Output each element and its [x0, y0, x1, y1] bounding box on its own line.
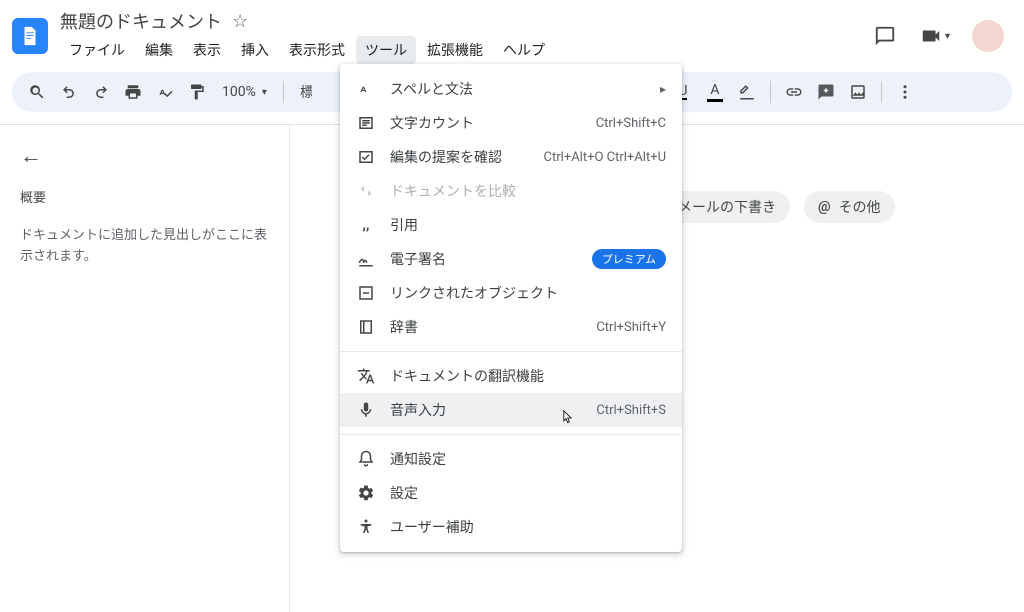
- print-icon[interactable]: [118, 77, 148, 107]
- item-label: 設定: [390, 483, 666, 503]
- chip-more[interactable]: @ その他: [804, 191, 895, 223]
- menu-format[interactable]: 表示形式: [280, 36, 354, 64]
- tools-citations[interactable]: ,, 引用: [340, 208, 682, 242]
- item-label: 文字カウント: [390, 113, 582, 133]
- tools-esignature[interactable]: 電子署名 プレミアム: [340, 242, 682, 276]
- outline-placeholder: ドキュメントに追加した見出しがここに表示されます。: [20, 226, 269, 268]
- video-icon: [919, 24, 943, 48]
- separator: [881, 81, 882, 103]
- separator: [770, 81, 771, 103]
- paint-format-icon[interactable]: [182, 77, 212, 107]
- tools-translate[interactable]: ドキュメントの翻訳機能: [340, 359, 682, 393]
- search-icon[interactable]: [22, 77, 52, 107]
- menu-separator: [340, 351, 682, 352]
- menu-view[interactable]: 表示: [184, 36, 230, 64]
- submenu-arrow-icon: ▸: [660, 82, 666, 96]
- premium-badge: プレミアム: [592, 249, 666, 269]
- bell-icon: [356, 449, 376, 469]
- tools-preferences[interactable]: 設定: [340, 476, 682, 510]
- gear-icon: [356, 483, 376, 503]
- title-block: 無題のドキュメント ☆ ファイル 編集 表示 挿入 表示形式 ツール 拡張機能 …: [60, 8, 554, 64]
- avatar[interactable]: [972, 20, 1004, 52]
- item-label: 電子署名: [390, 249, 578, 269]
- video-call-button[interactable]: ▾: [919, 24, 950, 48]
- translate-icon: [356, 366, 376, 386]
- menu-file[interactable]: ファイル: [60, 36, 134, 64]
- tools-spell-grammar[interactable]: スペルと文法 ▸: [340, 72, 682, 106]
- tools-word-count[interactable]: 文字カウント Ctrl+Shift+C: [340, 106, 682, 140]
- item-shortcut: Ctrl+Alt+O Ctrl+Alt+U: [544, 150, 666, 165]
- item-label: ドキュメントの翻訳機能: [390, 366, 666, 386]
- item-label: 通知設定: [390, 449, 666, 469]
- insert-image-icon[interactable]: [843, 77, 873, 107]
- chip-label: メールの下書き: [678, 197, 776, 217]
- overview-label: 概要: [20, 187, 269, 206]
- tools-dropdown: スペルと文法 ▸ 文字カウント Ctrl+Shift+C 編集の提案を確認 Ct…: [340, 64, 682, 552]
- highlight-icon[interactable]: [732, 77, 762, 107]
- tools-compare-docs: ドキュメントを比較: [340, 174, 682, 208]
- accessibility-icon: [356, 517, 376, 537]
- item-label: 編集の提案を確認: [390, 147, 530, 167]
- redo-icon[interactable]: [86, 77, 116, 107]
- docs-logo[interactable]: [12, 18, 48, 54]
- chip-label: その他: [839, 197, 881, 217]
- title-right: ▾: [873, 20, 1012, 52]
- tools-voice-typing[interactable]: 音声入力 Ctrl+Shift+S: [340, 393, 682, 427]
- item-label: 辞書: [390, 317, 582, 337]
- compare-icon: [356, 181, 376, 201]
- item-label: リンクされたオブジェクト: [390, 283, 666, 303]
- item-label: ユーザー補助: [390, 517, 666, 537]
- comments-icon[interactable]: [873, 24, 897, 48]
- linked-objects-icon: [356, 283, 376, 303]
- undo-icon[interactable]: [54, 77, 84, 107]
- style-select[interactable]: 標: [292, 82, 312, 102]
- item-label: ドキュメントを比較: [390, 181, 666, 201]
- caret-down-icon: ▾: [945, 31, 950, 42]
- spellcheck-a-icon: [356, 79, 376, 99]
- link-icon[interactable]: [779, 77, 809, 107]
- star-icon[interactable]: ☆: [232, 11, 248, 32]
- doc-title[interactable]: 無題のドキュメント: [60, 8, 222, 34]
- menu-help[interactable]: ヘルプ: [494, 36, 554, 64]
- tools-accessibility[interactable]: ユーザー補助: [340, 510, 682, 544]
- zoom-select[interactable]: 100%▾: [214, 84, 275, 100]
- titlebar: 無題のドキュメント ☆ ファイル 編集 表示 挿入 表示形式 ツール 拡張機能 …: [0, 0, 1024, 64]
- item-shortcut: Ctrl+Shift+C: [596, 116, 666, 131]
- back-arrow-icon[interactable]: ←: [20, 143, 269, 169]
- item-label: 音声入力: [390, 400, 582, 420]
- more-icon[interactable]: [890, 77, 920, 107]
- item-shortcut: Ctrl+Shift+Y: [596, 320, 666, 335]
- separator: [283, 81, 284, 103]
- item-label: スペルと文法: [390, 79, 646, 99]
- count-icon: [356, 113, 376, 133]
- add-comment-icon[interactable]: [811, 77, 841, 107]
- tools-notifications[interactable]: 通知設定: [340, 442, 682, 476]
- spellcheck-icon[interactable]: [150, 77, 180, 107]
- item-label: 引用: [390, 215, 666, 235]
- signature-icon: [356, 249, 376, 269]
- menu-separator: [340, 434, 682, 435]
- tools-dictionary[interactable]: 辞書 Ctrl+Shift+Y: [340, 310, 682, 344]
- text-color-icon[interactable]: A: [700, 77, 730, 107]
- mic-icon: [356, 400, 376, 420]
- menu-extensions[interactable]: 拡張機能: [418, 36, 492, 64]
- suggest-icon: [356, 147, 376, 167]
- tools-review-suggestions[interactable]: 編集の提案を確認 Ctrl+Alt+O Ctrl+Alt+U: [340, 140, 682, 174]
- item-shortcut: Ctrl+Shift+S: [596, 403, 666, 418]
- menu-edit[interactable]: 編集: [136, 36, 182, 64]
- dictionary-icon: [356, 317, 376, 337]
- caret-down-icon: ▾: [262, 87, 267, 98]
- menu-insert[interactable]: 挿入: [232, 36, 278, 64]
- tools-linked-objects[interactable]: リンクされたオブジェクト: [340, 276, 682, 310]
- menu-tools[interactable]: ツール: [356, 36, 416, 64]
- at-icon: @: [818, 199, 831, 215]
- outline-panel: ← 概要 ドキュメントに追加した見出しがここに表示されます。: [0, 125, 290, 612]
- quote-icon: ,,: [356, 215, 376, 235]
- menubar: ファイル 編集 表示 挿入 表示形式 ツール 拡張機能 ヘルプ: [60, 36, 554, 64]
